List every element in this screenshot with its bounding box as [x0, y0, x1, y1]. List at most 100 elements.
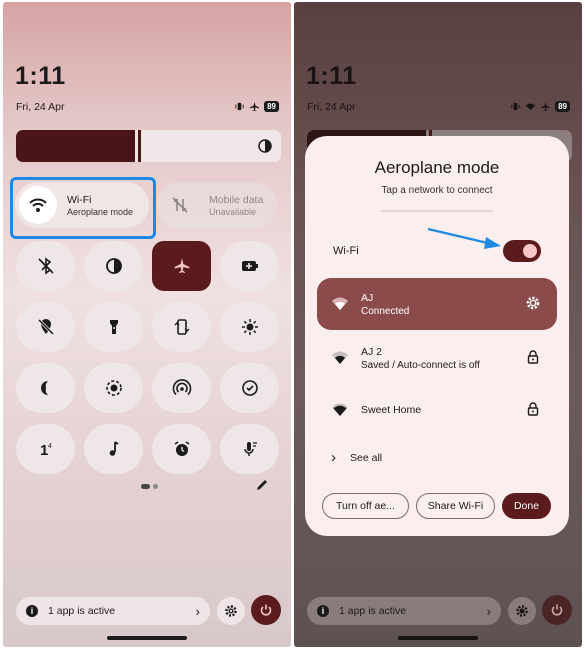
- network-status: Saved / Auto-connect is off: [361, 359, 480, 371]
- info-icon: i: [26, 605, 38, 617]
- lock-icon: [527, 350, 539, 364]
- screen-record-tile[interactable]: [84, 363, 143, 413]
- media-output-tile[interactable]: [84, 424, 143, 474]
- wifi-toggle[interactable]: [503, 240, 541, 262]
- power-icon: [260, 604, 272, 616]
- active-apps-label: 1 app is active: [339, 605, 407, 617]
- gear-icon: [225, 605, 237, 617]
- network-row[interactable]: AJ Connected: [317, 278, 557, 330]
- date: Fri, 24 Apr: [16, 101, 65, 113]
- torch-icon: [109, 320, 118, 334]
- battery-level: 89: [264, 101, 279, 112]
- lock-icon: [527, 402, 539, 416]
- location-tile[interactable]: [16, 302, 75, 352]
- quick-settings-grid: 14: [16, 241, 280, 474]
- mobile-data-title: Mobile data: [209, 193, 264, 206]
- gear-icon[interactable]: [525, 295, 541, 311]
- home-indicator[interactable]: [398, 636, 478, 640]
- dialog-title: Aeroplane mode: [374, 158, 500, 177]
- bedtime-icon: [40, 381, 48, 395]
- clock: 1:11: [15, 62, 66, 90]
- see-all-label: See all: [350, 451, 383, 464]
- aeroplane-icon: [540, 101, 551, 112]
- dark-theme-tile[interactable]: [84, 241, 143, 291]
- power-icon: [551, 604, 563, 616]
- status-bar: 89: [234, 101, 279, 112]
- auto-rotate-icon: [174, 319, 189, 335]
- mobile-data-subtitle: Unavailable: [209, 206, 257, 217]
- extra-dim-tile[interactable]: [220, 302, 279, 352]
- alarm-tile[interactable]: [152, 424, 211, 474]
- scan-progress-bar: [381, 210, 493, 212]
- status-bar: 89: [510, 101, 570, 112]
- data-saver-icon: [241, 380, 258, 396]
- battery-saver-icon: [241, 261, 258, 271]
- battery-saver-tile[interactable]: [220, 241, 279, 291]
- aeroplane-icon: [249, 101, 260, 112]
- edit-icon[interactable]: [255, 478, 269, 492]
- date: Fri, 24 Apr: [307, 101, 356, 113]
- right-screenshot: 1:11 Fri, 24 Apr 89 i 1 app is active › …: [294, 2, 582, 647]
- aeroplane-mode-icon: [174, 258, 189, 273]
- settings-button[interactable]: [217, 597, 245, 625]
- settings-button[interactable]: [508, 597, 536, 625]
- brightness-slider[interactable]: [16, 130, 281, 162]
- network-name: Sweet Home: [361, 404, 422, 416]
- network-row[interactable]: AJ 2 Saved / Auto-connect is off: [317, 332, 557, 384]
- data-saver-tile[interactable]: [220, 363, 279, 413]
- network-row[interactable]: Sweet Home: [317, 384, 557, 436]
- bluetooth-off-icon: [37, 257, 54, 275]
- share-wifi-button[interactable]: Share Wi-Fi: [416, 493, 495, 519]
- highlight-box: [10, 177, 156, 239]
- chevron-right-icon: ›: [486, 603, 491, 619]
- brightness-thumb[interactable]: [138, 130, 141, 162]
- active-apps-bar[interactable]: i 1 app is active ›: [16, 597, 210, 625]
- bedtime-tile[interactable]: [16, 363, 75, 413]
- wifi-icon: [525, 101, 536, 112]
- active-apps-bar[interactable]: i 1 app is active ›: [307, 597, 501, 625]
- wifi-signal-icon: [332, 351, 348, 364]
- hotspot-tile[interactable]: [152, 363, 211, 413]
- clock: 1:11: [306, 62, 357, 90]
- power-button[interactable]: [251, 595, 281, 625]
- chevron-right-icon: ›: [331, 449, 336, 466]
- wifi-toggle-label: Wi-Fi: [333, 245, 359, 257]
- hotspot-icon: [172, 379, 191, 396]
- svg-text:4: 4: [48, 443, 52, 450]
- nfc-icon: 14: [40, 442, 52, 459]
- bluetooth-tile[interactable]: [16, 241, 75, 291]
- power-button[interactable]: [542, 595, 572, 625]
- extra-dim-icon: [241, 319, 258, 335]
- gear-icon: [516, 605, 528, 617]
- nfc-tile[interactable]: 14: [16, 424, 75, 474]
- vibrate-icon: [510, 101, 521, 112]
- torch-tile[interactable]: [84, 302, 143, 352]
- dialog-subtitle: Tap a network to connect: [381, 185, 493, 196]
- chevron-right-icon: ›: [195, 603, 200, 619]
- aeroplane-mode-tile[interactable]: [152, 241, 211, 291]
- info-icon: i: [317, 605, 329, 617]
- vibrate-icon: [234, 101, 245, 112]
- network-status: Connected: [361, 305, 410, 317]
- mobile-data-tile[interactable]: Mobile data Unavailable: [157, 182, 277, 228]
- brightness-fill: [16, 130, 135, 162]
- auto-rotate-tile[interactable]: [152, 302, 211, 352]
- live-caption-tile[interactable]: [220, 424, 279, 474]
- media-output-icon: [109, 441, 118, 456]
- location-off-icon: [37, 318, 54, 336]
- screen-record-icon: [105, 380, 122, 396]
- toggle-knob: [523, 244, 537, 258]
- mobile-data-off-icon: [161, 186, 199, 224]
- network-name: AJ 2: [361, 345, 383, 358]
- alarm-icon: [174, 441, 189, 456]
- annotation-arrow-icon: [427, 227, 501, 249]
- page-indicator: [141, 484, 158, 489]
- network-name: AJ: [361, 291, 374, 304]
- done-button[interactable]: Done: [502, 493, 551, 519]
- turn-off-aeroplane-button[interactable]: Turn off ae...: [322, 493, 409, 519]
- see-all-link[interactable]: › See all: [331, 449, 382, 466]
- left-screenshot: 1:11 Fri, 24 Apr 89 Wi-Fi Aeroplane mode…: [3, 2, 291, 647]
- battery-level: 89: [555, 101, 570, 112]
- dark-theme-icon: [105, 258, 122, 274]
- home-indicator[interactable]: [107, 636, 187, 640]
